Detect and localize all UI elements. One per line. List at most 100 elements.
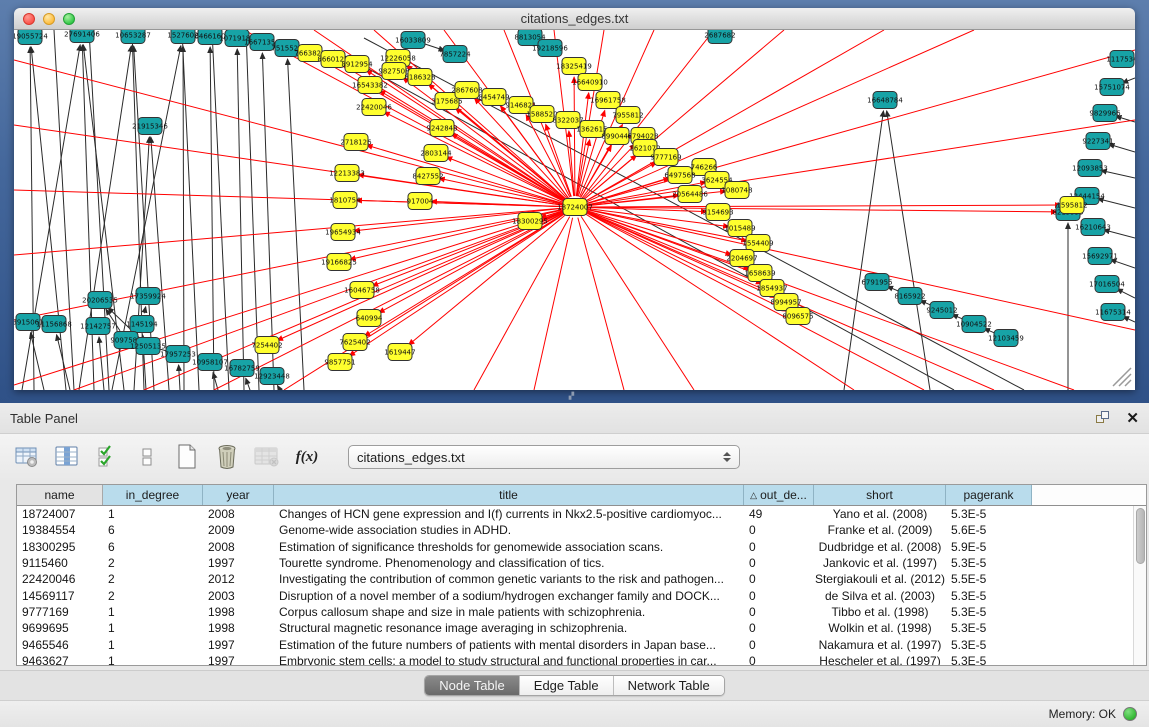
citation-edge-red[interactable] [277,211,565,340]
tab-node-table[interactable]: Node Table [425,676,520,695]
network-canvas[interactable]: 1905572427691406106532871527602646616010… [14,30,1135,390]
citation-edge-black[interactable] [288,59,304,390]
column-header-title[interactable]: title [274,485,744,505]
network-window-titlebar[interactable]: citations_edges.txt [14,8,1135,30]
column-header-year[interactable]: year [203,485,274,505]
close-panel-icon[interactable]: ✕ [1126,411,1139,426]
table-row[interactable]: 1938455462009Genome-wide association stu… [17,522,1133,538]
citation-edge-red[interactable] [581,216,694,390]
citation-edge-black[interactable] [423,43,444,50]
graph-node-label: 1658639 [744,270,775,278]
graph-node-label: 2803144 [420,150,452,158]
citation-edge-black[interactable] [1110,260,1135,268]
citation-edge-black[interactable] [57,335,70,390]
table-row[interactable]: 911546021997Tourette syndrome. Phenomeno… [17,555,1133,571]
column-header-in_degree[interactable]: in_degree [103,485,203,505]
graph-node-label: 20206535 [82,297,118,305]
zoom-window-icon[interactable] [63,13,75,25]
citation-edge-red[interactable] [585,212,788,311]
graph-node-label: 8454749 [478,94,509,102]
graph-node-label: 2687682 [704,32,735,40]
column-header-pagerank[interactable]: pagerank [946,485,1032,505]
cell-out_de: 0 [744,621,814,635]
graph-node-label: 18724007 [557,204,593,212]
citation-edge-black[interactable] [31,333,44,390]
citation-edge-black[interactable] [179,365,180,390]
cell-short: de Silva et al. (2003) [814,589,946,603]
cell-pagerank: 5.9E-5 [946,540,1032,554]
cell-name: 19384554 [17,523,103,537]
citation-edge-black[interactable] [183,46,184,390]
table-selector-dropdown[interactable]: citations_edges.txt [348,445,740,469]
citation-edge-black[interactable] [277,386,280,390]
new-table-icon[interactable] [174,444,200,470]
table-row[interactable]: 1872400712008Changes of HCN gene express… [17,506,1133,522]
citation-edge-black[interactable] [99,337,104,390]
citation-edge-black[interactable] [237,49,244,390]
table-row[interactable]: 946554611997Estimation of the future num… [17,636,1133,652]
citation-edge-red[interactable] [214,212,565,390]
table-row[interactable]: 977716911998Corpus callosum shape and si… [17,604,1133,620]
table-row[interactable]: 1456911722003Disruption of a novel membe… [17,587,1133,603]
citation-network-graph[interactable]: 1905572427691406106532871527602646616010… [14,30,1135,390]
table-vertical-scrollbar[interactable] [1133,506,1146,665]
citation-edge-black[interactable] [182,30,199,390]
cell-pagerank: 5.6E-5 [946,523,1032,537]
show-column-icon[interactable] [54,444,80,470]
graph-node-label: 1015489 [724,225,755,233]
graph-node-label: 1619447 [384,349,415,357]
table-settings-icon[interactable] [14,444,40,470]
window-resize-grip[interactable] [1107,366,1133,388]
cell-year: 1998 [203,621,274,635]
citation-edge-black[interactable] [1117,289,1135,298]
citation-edge-red[interactable] [586,205,1061,207]
function-builder-icon[interactable]: f(x) [294,444,320,470]
cell-in_degree: 2 [103,572,203,586]
graph-node-label: 12093853 [1072,165,1108,173]
delete-column-icon[interactable] [214,444,240,470]
citation-edge-black[interactable] [31,47,66,390]
table-row[interactable]: 969969511998Structural magnetic resonanc… [17,620,1133,636]
minimize-window-icon[interactable] [43,13,55,25]
tab-network-table[interactable]: Network Table [614,676,724,695]
citation-edge-red[interactable] [577,30,604,196]
citation-edge-red[interactable] [367,145,565,204]
graph-node-label: 12142757 [80,323,116,331]
graph-node-label: 10904522 [956,321,992,329]
float-panel-icon[interactable] [1096,411,1112,425]
status-bar: Memory: OK [0,700,1149,727]
table-toolbar: f(x) citations_edges.txt [0,434,1149,480]
select-all-columns-icon[interactable] [94,444,120,470]
table-header-row: namein_degreeyeartitle△out_de...shortpag… [17,485,1146,506]
close-window-icon[interactable] [23,13,35,25]
citation-edge-red[interactable] [534,218,573,390]
citation-edge-black[interactable] [246,30,259,390]
citation-edge-red[interactable] [364,213,565,336]
scrollbar-thumb[interactable] [1136,508,1145,564]
table-row[interactable]: 946362711997Embryonic stem cells: a mode… [17,653,1133,665]
graph-node-label: 16046758 [344,287,380,295]
cell-year: 1997 [203,556,274,570]
citation-edge-red[interactable] [584,213,854,390]
hide-rows-icon[interactable] [134,444,160,470]
citation-edge-red[interactable] [574,77,575,196]
citation-edge-black[interactable] [246,378,250,390]
graph-node-label: 10653287 [115,32,151,40]
citation-edge-red[interactable] [446,157,564,203]
memory-status-icon[interactable] [1123,707,1137,721]
network-view-window[interactable]: citations_edges.txt 19055724276914061065… [14,8,1135,390]
column-header-out_de[interactable]: △out_de... [744,485,814,505]
tab-edge-table[interactable]: Edge Table [520,676,614,695]
table-row[interactable]: 2242004622012Investigating the contribut… [17,571,1133,587]
citation-edge-red[interactable] [578,218,624,390]
table-row[interactable]: 1830029562008Estimation of significance … [17,539,1133,555]
graph-node-label: 9857751 [324,359,355,367]
column-header-short[interactable]: short [814,485,946,505]
citation-edge-red[interactable] [14,208,564,255]
cell-out_de: 0 [744,572,814,586]
attribute-table[interactable]: namein_degreeyeartitle△out_de...shortpag… [16,484,1147,666]
citation-edge-black[interactable] [144,307,145,313]
column-header-name[interactable]: name [17,485,103,505]
graph-node-label: 9829966 [1089,110,1121,118]
panel-splitter-handle[interactable]: ▞ [565,394,579,400]
